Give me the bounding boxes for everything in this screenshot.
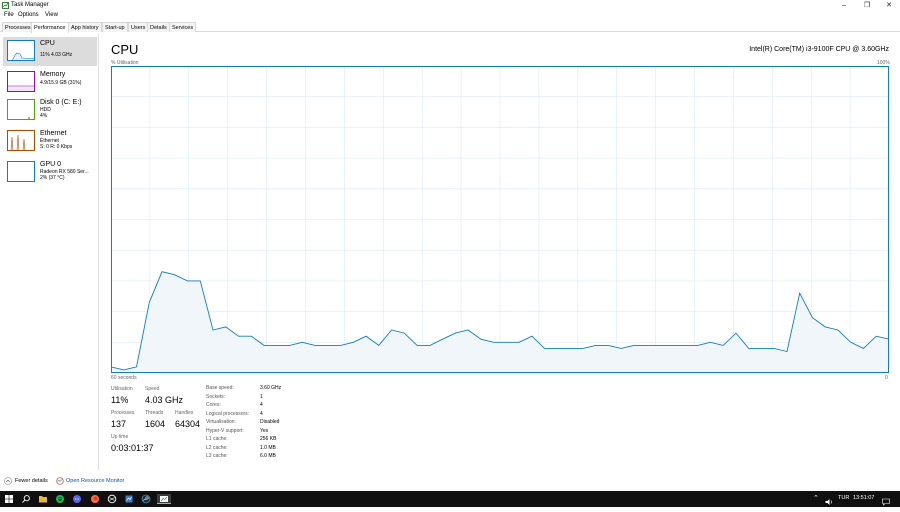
spec-key: L1 cache: (206, 436, 228, 442)
tray-chevron-icon[interactable]: ⌃ (813, 494, 819, 502)
sidebar-cpu-sub: 11% 4.03 GHz (40, 52, 73, 58)
sidebar-item-ethernet[interactable]: Ethernet Ethernet S: 0 R: 0 Kbps (3, 127, 97, 156)
language-indicator[interactable]: TUR (838, 495, 849, 501)
open-resource-monitor-link[interactable]: Open Resource Monitor (66, 478, 124, 484)
sidebar-disk-sub2: 4% (40, 113, 48, 119)
time-axis-label: 60 seconds (111, 375, 137, 381)
gpu-thumbnail (7, 161, 35, 182)
minimize-button[interactable]: – (833, 0, 855, 11)
speed-label: Speed (145, 386, 160, 392)
tab-details[interactable]: Details (147, 22, 170, 32)
task-manager-taskbar-icon[interactable] (157, 494, 171, 504)
threads-label: Threads (145, 410, 164, 416)
spec-value: Disabled (260, 419, 280, 425)
disk-thumbnail (7, 99, 35, 120)
resource-sidebar: CPU 11% 4.03 GHz Memory 4.9/15.9 GB (31%… (0, 34, 99, 470)
steam-icon[interactable] (141, 494, 151, 504)
firefox-icon[interactable] (90, 494, 100, 504)
fewer-details-link[interactable]: Fewer details (15, 478, 48, 484)
spec-value: Yes (260, 427, 269, 434)
speed-value: 4.03 GHz (145, 395, 184, 405)
cpu-thumbnail (7, 40, 35, 61)
tab-processes[interactable]: Processes (2, 22, 34, 32)
uptime-value: 0:03:01:37 (111, 443, 154, 453)
tab-users[interactable]: Users (128, 22, 149, 32)
spec-key: Hyper-V support: (206, 427, 244, 434)
resource-monitor-icon (56, 477, 64, 485)
sidebar-disk-title: Disk 0 (C: E:) (40, 99, 82, 106)
tab-start-up[interactable]: Start-up (102, 22, 128, 32)
cpu-utilisation-graph (111, 66, 889, 373)
discord-icon[interactable] (72, 494, 82, 504)
sidebar-ethernet-title: Ethernet (40, 130, 67, 137)
clock[interactable]: 13:51:07 (853, 495, 874, 501)
title-bar: Task Manager – ❐ ✕ (0, 0, 900, 11)
graph-grid (111, 66, 889, 373)
tab-bar: Processes Performance App history Start-… (0, 22, 900, 33)
spec-key: Logical processors: (206, 410, 250, 417)
utilisation-label: Utilisation (111, 386, 133, 392)
sidebar-item-cpu[interactable]: CPU 11% 4.03 GHz (3, 37, 97, 66)
search-icon[interactable] (21, 494, 31, 504)
menu-view[interactable]: View (45, 12, 58, 18)
spec-value: 256 KB (260, 436, 277, 442)
spec-value: 6.0 MB (260, 453, 276, 459)
volume-icon[interactable] (824, 494, 834, 505)
windows-start-icon[interactable] (4, 494, 14, 504)
spec-value: 3.60 GHz (260, 385, 282, 391)
spec-key: Sockets: (206, 393, 226, 400)
file-explorer-icon[interactable] (38, 494, 48, 504)
chevron-up-icon[interactable] (4, 477, 12, 485)
zero-axis-label: 0 (885, 375, 888, 381)
spec-value: 1.0 MB (260, 444, 276, 451)
spotify-icon[interactable] (55, 494, 65, 504)
spec-value: 4 (260, 402, 263, 408)
tab-services[interactable]: Services (169, 22, 197, 32)
spec-key: Virtualisation: (206, 419, 236, 425)
close-button[interactable]: ✕ (878, 0, 900, 11)
menu-bar: File Options View (0, 11, 900, 20)
sidebar-gpu-sub2: 2% (37 °C) (40, 175, 65, 181)
cpu-model-name: Intel(R) Core(TM) i3-9100F CPU @ 3.60GHz (749, 46, 889, 53)
processes-label: Processes (111, 410, 135, 416)
threads-value: 1604 (145, 419, 166, 429)
footer-bar: Fewer details Open Resource Monitor (0, 474, 900, 488)
utilisation-value: 11% (111, 395, 129, 405)
app-icon[interactable] (107, 494, 117, 504)
spec-key: L3 cache: (206, 453, 228, 459)
sidebar-cpu-title: CPU (40, 40, 55, 47)
sidebar-item-gpu[interactable]: GPU 0 Radeon RX 580 Ser... 2% (37 °C) (3, 158, 97, 187)
menu-options[interactable]: Options (18, 12, 39, 18)
sidebar-item-memory[interactable]: Memory 4.9/15.9 GB (31%) (3, 68, 97, 97)
handles-value: 64304 (175, 419, 201, 429)
spec-value: 1 (260, 393, 263, 400)
memory-thumbnail (7, 71, 35, 92)
uptime-label: Up time (111, 434, 129, 440)
spec-value: 4 (260, 410, 263, 417)
processes-value: 137 (111, 419, 127, 429)
handles-label: Handles (175, 410, 194, 416)
sidebar-gpu-title: GPU 0 (40, 161, 62, 168)
restore-button[interactable]: ❐ (856, 0, 878, 11)
task-manager-icon (2, 2, 9, 9)
sidebar-item-disk[interactable]: Disk 0 (C: E:) HDD 4% (3, 96, 97, 125)
spec-key: Cores: (206, 402, 221, 408)
spec-key: L2 cache: (206, 444, 228, 451)
page-title: CPU (111, 42, 139, 57)
tab-app-history[interactable]: App history (68, 22, 102, 32)
tab-performance[interactable]: Performance (31, 22, 69, 33)
taskbar: ⌃ TUR 13:51:07 (0, 491, 900, 507)
sidebar-memory-title: Memory (40, 71, 66, 78)
sidebar-memory-sub: 4.9/15.9 GB (31%) (40, 80, 82, 86)
ethernet-thumbnail (7, 130, 35, 151)
sidebar-ethernet-sub2: S: 0 R: 0 Kbps (40, 144, 73, 150)
spec-key: Base speed: (206, 385, 234, 391)
notification-icon[interactable] (881, 494, 891, 506)
menu-file[interactable]: File (4, 12, 14, 18)
window-title: Task Manager (11, 2, 49, 8)
app-icon[interactable] (124, 494, 134, 504)
